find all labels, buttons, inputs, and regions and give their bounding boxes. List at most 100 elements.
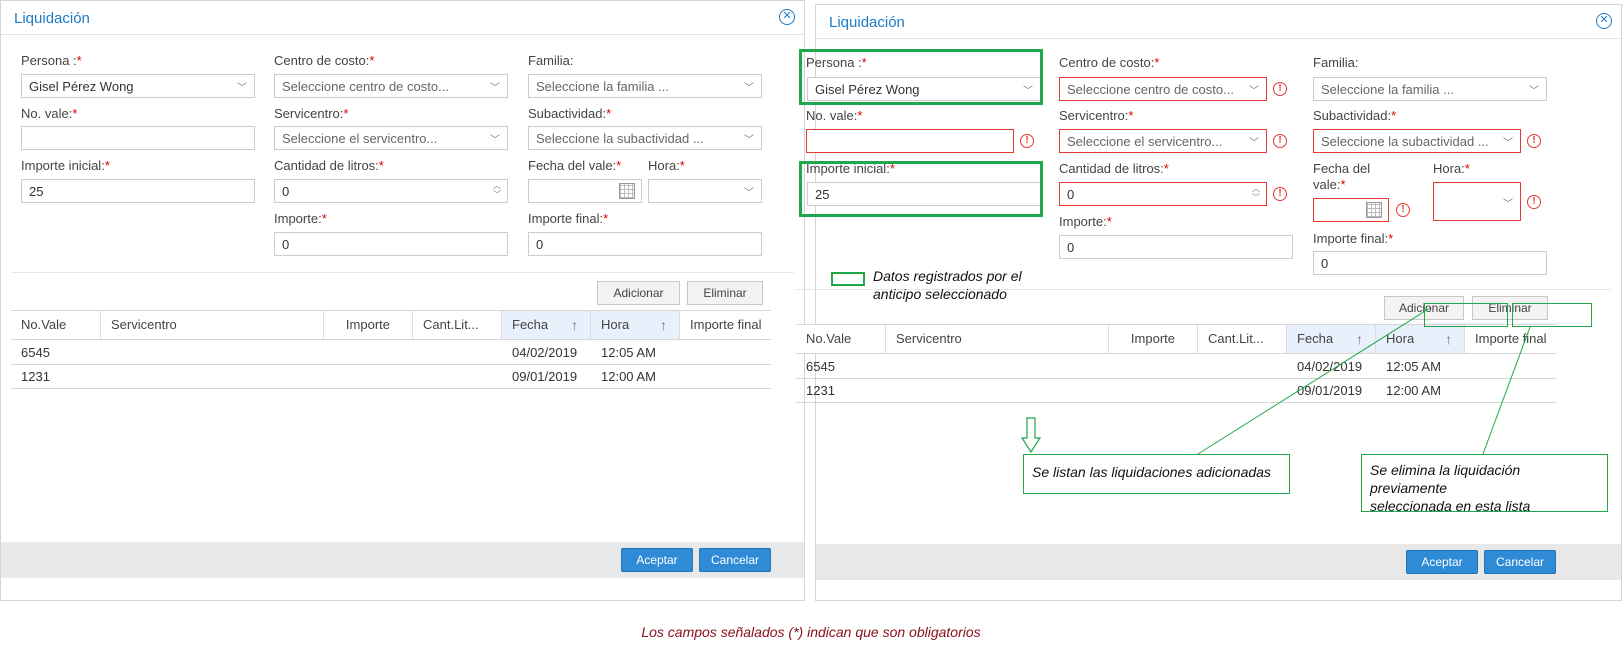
col-cant-litros[interactable]: Cant.Lit... <box>413 311 502 339</box>
servicentro-select[interactable]: Seleccione el servicentro... ﹀ <box>1059 129 1267 153</box>
col-importe[interactable]: Importe <box>324 311 413 339</box>
dialog-footer: Aceptar Cancelar <box>816 544 1621 580</box>
hora-select[interactable]: ﹀ <box>1433 182 1521 221</box>
error-icon: ! <box>1273 134 1287 148</box>
hora-select[interactable]: ﹀ <box>648 179 762 203</box>
col-importe-final[interactable]: Importe final <box>1465 325 1556 353</box>
subactividad-select[interactable]: Seleccione la subactividad ... ﹀ <box>528 126 762 150</box>
litros-label: Cantidad de litros:* <box>274 158 384 173</box>
fecha-input[interactable] <box>528 179 642 203</box>
calendar-icon[interactable] <box>1366 202 1382 218</box>
familia-select[interactable]: Seleccione la familia ... ﹀ <box>528 74 762 98</box>
liquidacion-dialog-left: Liquidación ✕ Persona :* Gisel Pérez Won… <box>0 0 805 601</box>
chevron-down-icon: ﹀ <box>237 83 247 94</box>
spinner-icon[interactable]: ︿ ﹀ <box>493 181 501 199</box>
col-no-vale[interactable]: No.Vale <box>11 311 101 339</box>
col-no-vale[interactable]: No.Vale <box>796 325 886 353</box>
chevron-down-icon: ﹀ <box>490 135 500 146</box>
cell-fecha: 04/02/2019 <box>1297 359 1363 374</box>
cell-vale: 1231 <box>21 369 50 384</box>
close-icon[interactable]: ✕ <box>1596 13 1612 29</box>
fecha-label: Fecha del vale:* <box>528 158 622 173</box>
col-hora[interactable]: Hora ↑ <box>1376 325 1465 353</box>
error-icon: ! <box>1527 134 1541 148</box>
litros-stepper[interactable]: 0 ︿ ﹀ <box>1059 182 1267 206</box>
error-icon: ! <box>1527 195 1541 209</box>
centro-costo-select[interactable]: Seleccione centro de costo... ﹀ <box>1059 77 1267 101</box>
note-list-added: Se listan las liquidaciones adicionadas <box>1023 454 1290 494</box>
col-fecha[interactable]: Fecha ↑ <box>502 311 591 339</box>
col-hora-label: Hora <box>1386 331 1415 346</box>
chevron-down-icon: ﹀ <box>1249 86 1259 97</box>
accept-button[interactable]: Aceptar <box>1406 550 1478 574</box>
vale-label: No. vale:* <box>806 108 863 123</box>
persona-select[interactable]: Gisel Pérez Wong ﹀ <box>21 74 255 98</box>
cancel-button[interactable]: Cancelar <box>1484 550 1556 574</box>
cell-hora: 12:00 AM <box>1386 383 1441 398</box>
col-importe[interactable]: Importe <box>1109 325 1198 353</box>
sort-arrow-icon: ↑ <box>660 317 667 333</box>
cell-fecha: 09/01/2019 <box>512 369 578 384</box>
dialog-title-bar: Liquidación ✕ <box>1 1 804 35</box>
importe-final-label: Importe final:* <box>1313 231 1394 246</box>
vale-input[interactable] <box>806 129 1014 153</box>
vale-input[interactable] <box>21 126 255 150</box>
col-cant-litros[interactable]: Cant.Lit... <box>1198 325 1287 353</box>
importe-input[interactable]: 0 <box>274 232 508 256</box>
chevron-down-icon: ﹀ <box>744 188 754 199</box>
col-hora-label: Hora <box>601 317 630 332</box>
col-servicentro[interactable]: Servicentro <box>886 325 1109 353</box>
col-fecha-label: Fecha <box>1297 331 1334 346</box>
col-fecha[interactable]: Fecha ↑ <box>1287 325 1376 353</box>
chevron-down-icon: ﹀ <box>744 135 754 146</box>
servicentro-select[interactable]: Seleccione el servicentro... ﹀ <box>274 126 508 150</box>
delete-button[interactable]: Eliminar <box>687 281 763 305</box>
col-servicentro[interactable]: Servicentro <box>101 311 324 339</box>
importe-final-input[interactable]: 0 <box>528 232 762 256</box>
servicentro-label: Servicentro:* <box>274 106 349 121</box>
litros-label: Cantidad de litros:* <box>1059 161 1169 176</box>
table-row[interactable]: 6545 04/02/2019 12:05 AM <box>796 355 1556 379</box>
centro-costo-select[interactable]: Seleccione centro de costo... ﹀ <box>274 74 508 98</box>
hora-label: Hora:* <box>648 158 685 173</box>
importe-input[interactable]: 0 <box>1059 235 1293 259</box>
legend-text: Datos registrados por el anticipo selecci… <box>873 268 1022 302</box>
cell-vale: 6545 <box>21 345 50 360</box>
chevron-down-icon: ﹀ <box>744 83 754 94</box>
familia-select[interactable]: Seleccione la familia ... ﹀ <box>1313 77 1547 101</box>
chevron-down-icon: ﹀ <box>1529 86 1539 97</box>
cell-hora: 12:05 AM <box>601 345 656 360</box>
error-icon: ! <box>1020 134 1034 148</box>
importe-label: Importe:* <box>1059 214 1112 229</box>
table-row[interactable]: 1231 09/01/2019 12:00 AM <box>11 365 771 389</box>
fecha-input[interactable] <box>1313 198 1389 222</box>
footnote: Los campos señalados (*) indican que son… <box>641 624 981 640</box>
spinner-icon[interactable]: ︿ ﹀ <box>1252 184 1260 202</box>
litros-stepper[interactable]: 0 ︿ ﹀ <box>274 179 508 203</box>
persona-label: Persona :* <box>21 53 82 68</box>
subactividad-select[interactable]: Seleccione la subactividad ... ﹀ <box>1313 129 1521 153</box>
cancel-button[interactable]: Cancelar <box>699 548 771 572</box>
add-button[interactable]: Adicionar <box>597 281 680 305</box>
importe-inicial-label: Importe inicial:* <box>21 158 110 173</box>
table-row[interactable]: 1231 09/01/2019 12:00 AM <box>796 379 1556 403</box>
importe-final-label: Importe final:* <box>528 211 609 226</box>
col-hora[interactable]: Hora ↑ <box>591 311 680 339</box>
error-icon: ! <box>1273 187 1287 201</box>
col-importe-final[interactable]: Importe final <box>680 311 771 339</box>
cell-hora: 12:05 AM <box>1386 359 1441 374</box>
error-icon: ! <box>1396 203 1410 217</box>
importe-final-input[interactable]: 0 <box>1313 251 1547 275</box>
calendar-icon[interactable] <box>619 183 635 199</box>
subactividad-label: Subactividad:* <box>528 106 612 121</box>
chevron-down-icon: ﹀ <box>1503 199 1513 210</box>
centro-costo-label: Centro de costo:* <box>1059 55 1160 70</box>
close-icon[interactable]: ✕ <box>779 9 795 25</box>
cell-hora: 12:00 AM <box>601 369 656 384</box>
table-row[interactable]: 6545 04/02/2019 12:05 AM <box>11 341 771 365</box>
table-header: No.Vale Servicentro Importe Cant.Lit... … <box>796 324 1556 354</box>
importe-inicial-input[interactable]: 25 <box>21 179 255 203</box>
accept-button[interactable]: Aceptar <box>621 548 693 572</box>
dialog-title: Liquidación <box>14 10 90 27</box>
centro-costo-label: Centro de costo:* <box>274 53 375 68</box>
